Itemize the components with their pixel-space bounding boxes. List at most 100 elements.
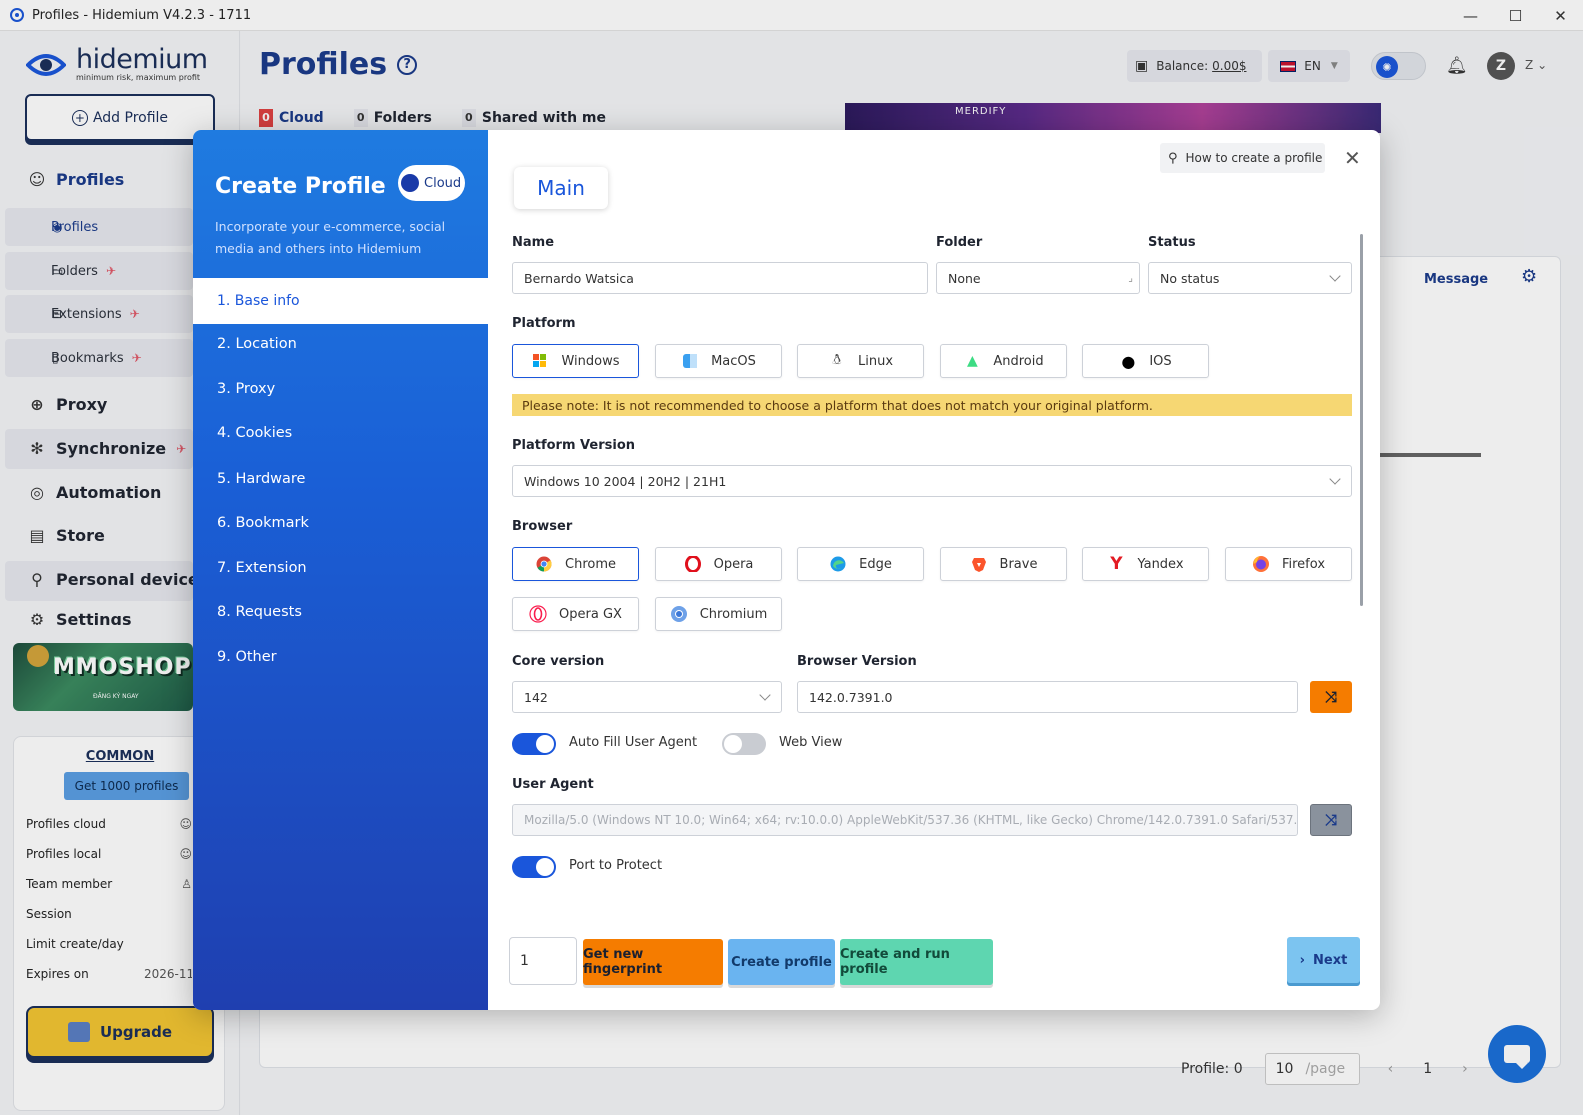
finder-icon bbox=[681, 352, 699, 370]
folder-select[interactable]: None ⌟ bbox=[936, 262, 1140, 294]
browser-label-text: Firefox bbox=[1281, 556, 1326, 572]
toggle-knob bbox=[536, 858, 554, 876]
form-scrollbar[interactable] bbox=[1360, 234, 1363, 606]
platform-version-select[interactable]: Windows 10 2004 | 20H2 | 21H1 bbox=[512, 465, 1352, 497]
chevron-icon: ⌟ bbox=[1128, 273, 1133, 284]
auto-fill-ua-toggle[interactable] bbox=[512, 733, 556, 755]
platform-label-text: Windows bbox=[561, 353, 620, 369]
platform-label-text: Linux bbox=[857, 353, 894, 369]
linux-icon: 🐧︎ bbox=[832, 352, 842, 368]
next-label: Next bbox=[1313, 952, 1348, 968]
core-version-select[interactable]: 142 bbox=[512, 681, 782, 713]
browser-label: Browser bbox=[512, 519, 573, 534]
browser-opera-gx[interactable]: Opera GX bbox=[512, 597, 639, 631]
shuffle-icon: ⤨ bbox=[1324, 688, 1337, 706]
browser-label-text: Chromium bbox=[699, 606, 768, 622]
chrome-icon bbox=[535, 555, 553, 573]
step-proxy[interactable]: 3. Proxy bbox=[217, 381, 275, 397]
how-to-label: How to create a profile bbox=[1185, 151, 1323, 165]
platform-label-text: MacOS bbox=[711, 353, 756, 369]
browser-label-text: Edge bbox=[859, 556, 892, 572]
chevron-down-icon bbox=[1329, 270, 1341, 282]
chromium-icon bbox=[670, 605, 688, 623]
port-protect-toggle[interactable] bbox=[512, 856, 556, 878]
quantity-input[interactable]: 1 bbox=[509, 937, 577, 985]
step-other[interactable]: 9. Other bbox=[217, 649, 277, 665]
core-version-value: 142 bbox=[524, 689, 548, 705]
step-hardware[interactable]: 5. Hardware bbox=[217, 471, 305, 487]
shuffle-browser-version-button[interactable]: ⤨ bbox=[1310, 681, 1352, 713]
user-agent-field[interactable]: Mozilla/5.0 (Windows NT 10.0; Win64; x64… bbox=[512, 804, 1298, 836]
create-profile-button[interactable]: Create profile bbox=[728, 939, 835, 985]
brave-icon bbox=[970, 555, 988, 573]
how-to-create-button[interactable]: ⚲ How to create a profile bbox=[1160, 143, 1325, 173]
edge-icon bbox=[829, 555, 847, 573]
browser-yandex[interactable]: Y Yandex bbox=[1082, 547, 1209, 581]
shuffle-user-agent-button[interactable]: ⤨ bbox=[1310, 804, 1352, 836]
browser-version-field[interactable]: 142.0.7391.0 bbox=[797, 681, 1298, 713]
platform-android[interactable]: ▲ Android bbox=[940, 344, 1067, 378]
step-requests[interactable]: 8. Requests bbox=[217, 604, 302, 620]
modal-title: Create Profile bbox=[215, 174, 386, 199]
browser-brave[interactable]: Brave bbox=[940, 547, 1067, 581]
get-fingerprint-button[interactable]: Get new fingerprint bbox=[583, 939, 723, 985]
step-location[interactable]: 2. Location bbox=[217, 336, 297, 352]
chevron-right-icon: › bbox=[1299, 952, 1306, 968]
port-protect-label: Port to Protect bbox=[569, 858, 663, 873]
folder-value: None bbox=[948, 270, 981, 286]
lightbulb-icon: ⚲ bbox=[1168, 150, 1178, 166]
android-icon: ▲ bbox=[966, 353, 978, 369]
tab-main[interactable]: Main bbox=[514, 167, 608, 209]
platform-ios[interactable]: ● IOS bbox=[1082, 344, 1209, 378]
step-cookies[interactable]: 4. Cookies bbox=[217, 425, 292, 441]
browser-label-text: Chrome bbox=[565, 556, 616, 572]
browser-firefox[interactable]: Firefox bbox=[1225, 547, 1352, 581]
platform-label-text: Android bbox=[993, 353, 1044, 369]
status-select[interactable]: No status bbox=[1148, 262, 1352, 294]
create-profile-modal: Create Profile Cloud Incorporate your e-… bbox=[193, 130, 1380, 1010]
close-icon[interactable]: ✕ bbox=[1344, 146, 1361, 170]
next-button[interactable]: › Next bbox=[1287, 937, 1360, 983]
create-run-profile-button[interactable]: Create and run profile bbox=[840, 939, 993, 985]
status-label: Status bbox=[1148, 235, 1196, 250]
toggle-knob bbox=[536, 735, 554, 753]
toggle-knob bbox=[401, 174, 419, 192]
firefox-icon bbox=[1252, 555, 1270, 573]
modal-form: Main ⚲ How to create a profile ✕ Name Fo… bbox=[488, 130, 1380, 1010]
browser-opera[interactable]: Opera bbox=[655, 547, 782, 581]
yandex-icon: Y bbox=[1110, 554, 1123, 574]
apple-icon: ● bbox=[1121, 351, 1136, 371]
web-view-label: Web View bbox=[779, 735, 843, 750]
browser-label-text: Brave bbox=[999, 556, 1038, 572]
browser-label-text: Opera bbox=[713, 556, 754, 572]
web-view-toggle[interactable] bbox=[722, 733, 766, 755]
platform-label-text: IOS bbox=[1149, 353, 1172, 369]
browser-edge[interactable]: Edge bbox=[797, 547, 924, 581]
opera-icon bbox=[684, 555, 702, 573]
step-extension[interactable]: 7. Extension bbox=[217, 560, 307, 576]
browser-label-text: Yandex bbox=[1137, 556, 1184, 572]
platform-macos[interactable]: MacOS bbox=[655, 344, 782, 378]
name-label: Name bbox=[512, 235, 555, 250]
step-bookmark[interactable]: 6. Bookmark bbox=[217, 515, 309, 531]
cloud-toggle[interactable]: Cloud bbox=[398, 165, 465, 201]
chevron-down-icon bbox=[1329, 473, 1341, 485]
modal-steps-panel: Create Profile Cloud Incorporate your e-… bbox=[193, 130, 488, 1010]
browser-label-text: Opera GX bbox=[559, 606, 622, 622]
user-agent-label: User Agent bbox=[512, 777, 594, 792]
platform-linux[interactable]: 🐧︎ Linux bbox=[797, 344, 924, 378]
platform-windows[interactable]: Windows bbox=[512, 344, 639, 378]
name-value: Bernardo Watsica bbox=[524, 270, 634, 286]
auto-fill-ua-label: Auto Fill User Agent bbox=[569, 735, 698, 750]
platform-notice: Please note: It is not recommended to ch… bbox=[512, 394, 1352, 416]
windows-icon bbox=[531, 352, 549, 370]
step-base-info[interactable]: 1. Base info bbox=[193, 278, 488, 324]
name-field[interactable]: Bernardo Watsica bbox=[512, 262, 928, 294]
browser-version-label: Browser Version bbox=[797, 654, 917, 669]
folder-label: Folder bbox=[936, 235, 983, 250]
toggle-knob bbox=[724, 735, 742, 753]
browser-chrome[interactable]: Chrome bbox=[512, 547, 639, 581]
browser-chromium[interactable]: Chromium bbox=[655, 597, 782, 631]
platform-version-label: Platform Version bbox=[512, 438, 635, 453]
cloud-toggle-label: Cloud bbox=[424, 175, 462, 191]
